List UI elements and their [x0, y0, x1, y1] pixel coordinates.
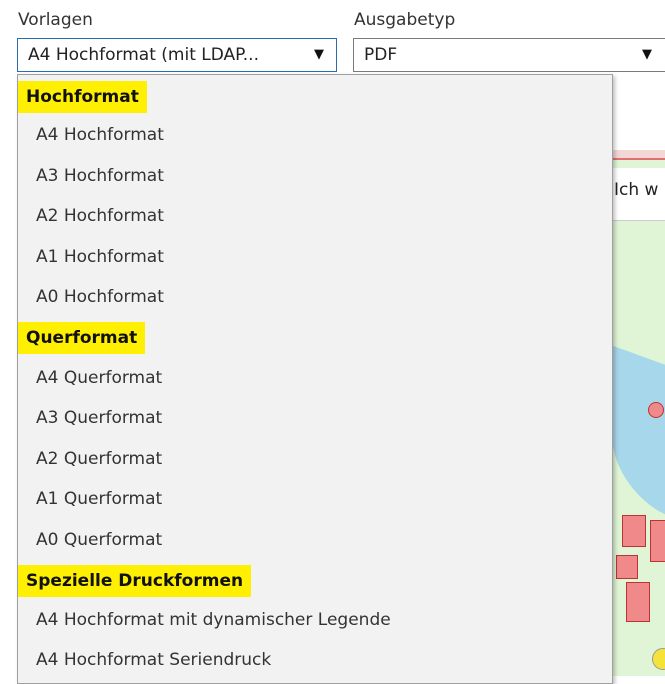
group-header-querformat: Querformat: [18, 322, 146, 354]
map-building: [616, 555, 638, 579]
vorlagen-dropdown-list[interactable]: Hochformat A4 Hochformat A3 Hochformat A…: [17, 74, 613, 684]
list-item[interactable]: A3 Hochformat: [36, 161, 164, 191]
list-item[interactable]: A4 Hochformat mit dynamischer Legende: [36, 605, 391, 635]
group-header-spezielle-druckformen: Spezielle Druckformen: [18, 565, 252, 597]
map-building: [626, 582, 650, 622]
chevron-down-icon[interactable]: ▼: [642, 39, 652, 71]
ausgabetyp-label: Ausgabetyp: [354, 10, 456, 30]
vorlagen-selected-value: A4 Hochformat (mit LDAP...: [28, 45, 259, 65]
ausgabetyp-selected-value: PDF: [364, 45, 398, 65]
list-item[interactable]: A2 Hochformat: [36, 201, 164, 231]
list-item[interactable]: A4 Querformat: [36, 363, 162, 393]
list-item[interactable]: A3 Querformat: [36, 403, 162, 433]
list-item[interactable]: A1 Hochformat: [36, 242, 164, 272]
map-building: [650, 520, 665, 562]
map-overlay-text: Ich w: [614, 180, 659, 200]
list-item[interactable]: A0 Querformat: [36, 525, 162, 555]
chevron-down-icon[interactable]: ▼: [314, 39, 324, 71]
map-marker: [648, 402, 664, 418]
map-building: [622, 515, 646, 547]
ausgabetyp-select[interactable]: PDF ▼: [353, 38, 665, 72]
map-boundary-strip: [612, 150, 665, 160]
list-item[interactable]: A0 Hochformat: [36, 282, 164, 312]
vorlagen-label: Vorlagen: [18, 10, 93, 30]
list-item[interactable]: A1 Querformat: [36, 484, 162, 514]
vorlagen-select[interactable]: A4 Hochformat (mit LDAP... ▼: [17, 38, 337, 72]
list-item[interactable]: A4 Hochformat: [36, 120, 164, 150]
list-item[interactable]: A4 Hochformat Seriendruck: [36, 645, 271, 675]
list-item[interactable]: A2 Querformat: [36, 444, 162, 474]
group-header-hochformat: Hochformat: [18, 81, 147, 113]
